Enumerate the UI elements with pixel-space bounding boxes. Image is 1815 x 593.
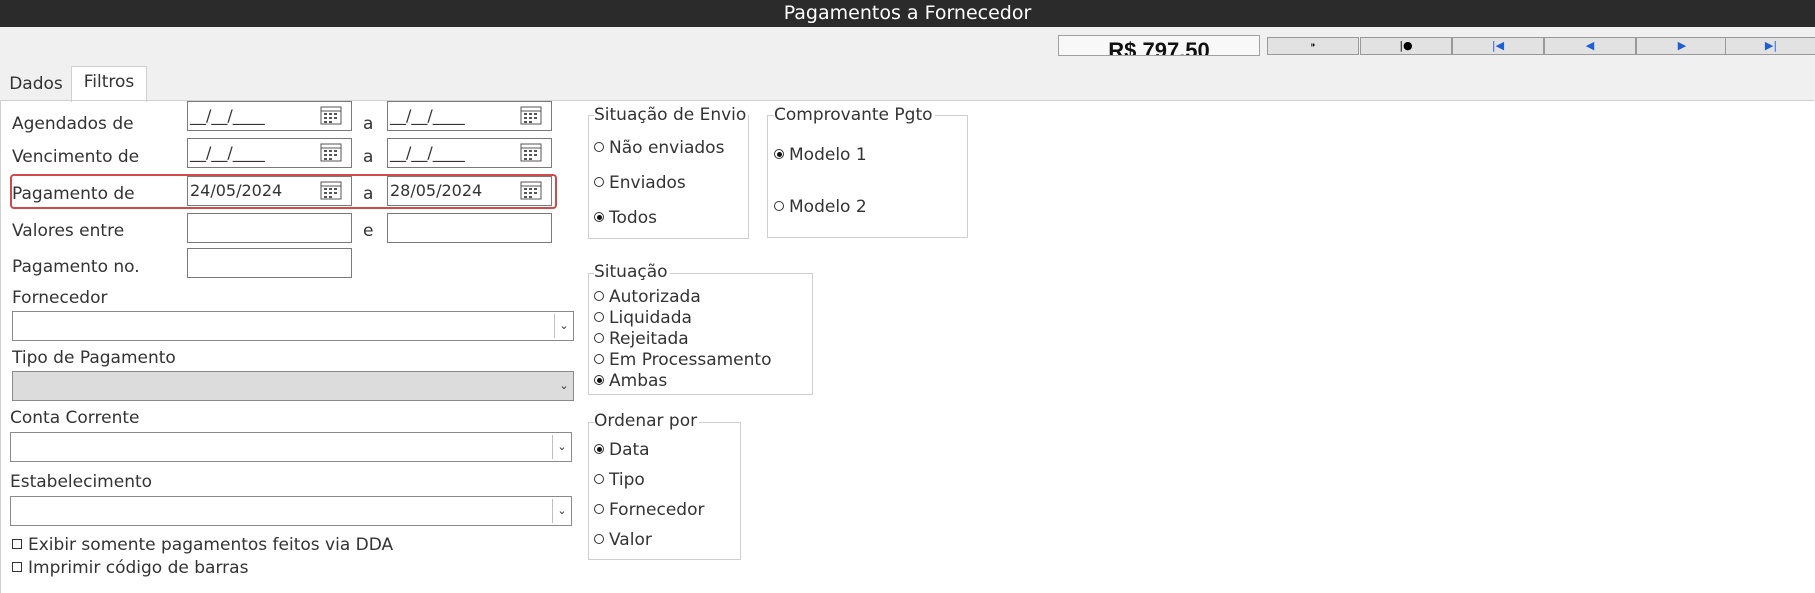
calendar-icon[interactable] xyxy=(520,180,542,200)
situacao-title: Situação xyxy=(594,262,670,282)
situacao-envio-title: Situação de Envio xyxy=(594,105,749,125)
next-record-button[interactable]: ⁍ xyxy=(1267,37,1359,55)
ordenar-title: Ordenar por xyxy=(594,411,700,431)
radio-todos[interactable]: Todos xyxy=(594,208,657,228)
total-amount: R$ 797,50 xyxy=(1058,35,1260,56)
radio-nao-enviados[interactable]: Não enviados xyxy=(594,138,724,158)
radio-label: Modelo 2 xyxy=(789,197,867,217)
radio-liquidada[interactable]: Liquidada xyxy=(594,308,692,328)
radio-label: Rejeitada xyxy=(609,329,689,349)
radio-selected-icon xyxy=(594,212,604,222)
radio-icon xyxy=(594,177,604,187)
radio-ambas[interactable]: Ambas xyxy=(594,371,667,391)
comprovante-group xyxy=(767,115,968,238)
valores-label: Valores entre xyxy=(12,221,125,241)
agendados-label: Agendados de xyxy=(12,114,134,134)
comprovante-title: Comprovante Pgto xyxy=(774,105,935,125)
radio-icon xyxy=(594,504,604,514)
radio-selected-icon xyxy=(774,149,784,159)
stop-icon: |● xyxy=(1399,39,1413,52)
first-icon: |◀ xyxy=(1491,39,1505,52)
stop-button[interactable]: |● xyxy=(1360,37,1452,55)
radio-selected-icon xyxy=(594,444,604,454)
radio-rejeitada[interactable]: Rejeitada xyxy=(594,329,689,349)
first-record-button[interactable]: |◀ xyxy=(1452,37,1544,55)
chevron-down-icon: ⌄ xyxy=(552,499,571,523)
radio-label: Valor xyxy=(609,530,652,550)
valores-sep: e xyxy=(363,221,374,241)
radio-modelo-2[interactable]: Modelo 2 xyxy=(774,197,867,217)
radio-label: Modelo 1 xyxy=(789,145,867,165)
tab-filtros[interactable]: Filtros xyxy=(71,66,147,102)
radio-modelo-1[interactable]: Modelo 1 xyxy=(774,145,867,165)
agendados-sep: a xyxy=(363,114,374,134)
calendar-icon[interactable] xyxy=(320,180,342,200)
calendar-icon[interactable] xyxy=(320,105,342,125)
radio-label: Autorizada xyxy=(609,287,701,307)
vencimento-sep: a xyxy=(363,147,374,167)
conta-corrente-select[interactable]: ⌄ xyxy=(10,432,572,462)
radio-label: Liquidada xyxy=(609,308,692,328)
pagamento-highlight xyxy=(10,174,557,209)
window-title: Pagamentos a Fornecedor xyxy=(0,0,1815,27)
radio-tipo[interactable]: Tipo xyxy=(594,470,645,490)
chevron-down-icon: ⌄ xyxy=(559,379,569,392)
radio-valor[interactable]: Valor xyxy=(594,530,652,550)
pagamento-no-label: Pagamento no. xyxy=(12,257,140,277)
last-icon: ▶| xyxy=(1764,39,1778,52)
checkbox-icon xyxy=(12,562,22,572)
dda-label: Exibir somente pagamentos feitos via DDA xyxy=(28,535,394,555)
radio-icon xyxy=(594,312,604,322)
radio-icon xyxy=(774,201,784,211)
radio-data[interactable]: Data xyxy=(594,440,650,460)
valores-from-field[interactable] xyxy=(187,213,352,243)
previous-icon: ◀ xyxy=(1585,39,1595,52)
previous-record-button[interactable]: ◀ xyxy=(1544,37,1636,55)
fornecedor-label: Fornecedor xyxy=(12,288,108,308)
valores-to-field[interactable] xyxy=(387,213,552,243)
radio-label: Em Processamento xyxy=(609,350,772,370)
radio-icon xyxy=(594,142,604,152)
vencimento-label: Vencimento de xyxy=(12,147,140,167)
radio-label: Ambas xyxy=(609,371,668,391)
radio-icon xyxy=(594,474,604,484)
radio-icon xyxy=(594,333,604,343)
next-button[interactable]: ▶ xyxy=(1636,37,1728,55)
estabelecimento-select[interactable]: ⌄ xyxy=(10,496,572,526)
radio-label: Todos xyxy=(609,208,657,228)
radio-autorizada[interactable]: Autorizada xyxy=(594,287,701,307)
chevron-down-icon: ⌄ xyxy=(552,435,571,459)
radio-label: Fornecedor xyxy=(609,500,705,520)
radio-selected-icon xyxy=(594,375,604,385)
radio-icon xyxy=(594,534,604,544)
radio-enviados[interactable]: Enviados xyxy=(594,173,686,193)
radio-label: Não enviados xyxy=(609,138,725,158)
tipo-pagamento-label: Tipo de Pagamento xyxy=(12,348,176,368)
estabelecimento-label: Estabelecimento xyxy=(10,472,153,492)
calendar-icon[interactable] xyxy=(520,142,542,162)
tab-dados[interactable]: Dados xyxy=(2,66,70,100)
barcode-label: Imprimir código de barras xyxy=(28,558,249,578)
radio-icon xyxy=(594,291,604,301)
dda-checkbox[interactable]: Exibir somente pagamentos feitos via DDA xyxy=(12,535,393,555)
barcode-checkbox[interactable]: Imprimir código de barras xyxy=(12,558,248,578)
checkbox-icon xyxy=(12,539,22,549)
radio-label: Tipo xyxy=(609,470,645,490)
last-record-button[interactable]: ▶| xyxy=(1725,37,1815,55)
tipo-pagamento-select[interactable]: ⌄ xyxy=(12,371,574,401)
fornecedor-select[interactable]: ⌄ xyxy=(12,311,574,341)
tab-bar: Dados Filtros xyxy=(0,66,1815,102)
calendar-icon[interactable] xyxy=(320,142,342,162)
pagamento-no-field[interactable] xyxy=(187,248,352,278)
next-record-icon: ⁍ xyxy=(1310,39,1316,52)
next-icon: ▶ xyxy=(1677,39,1687,52)
chevron-down-icon: ⌄ xyxy=(554,314,573,338)
radio-label: Enviados xyxy=(609,173,686,193)
radio-label: Data xyxy=(609,440,650,460)
radio-icon xyxy=(594,354,604,364)
conta-corrente-label: Conta Corrente xyxy=(10,408,140,428)
radio-fornecedor[interactable]: Fornecedor xyxy=(594,500,704,520)
radio-em-processamento[interactable]: Em Processamento xyxy=(594,350,771,370)
calendar-icon[interactable] xyxy=(520,105,542,125)
